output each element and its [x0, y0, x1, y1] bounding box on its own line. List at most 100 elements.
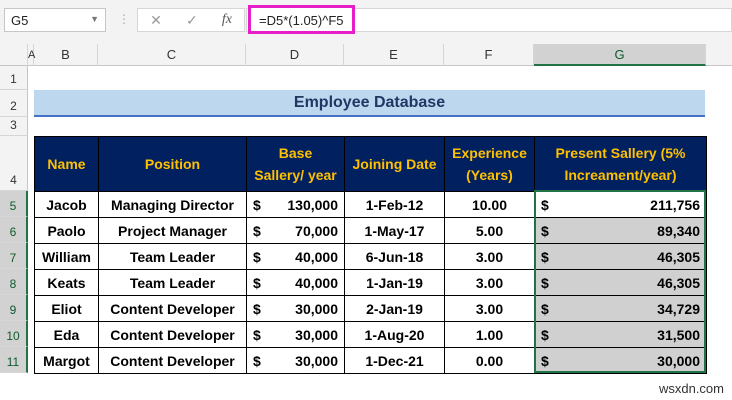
currency-symbol: $: [541, 274, 549, 291]
column-header-g[interactable]: G: [534, 44, 706, 66]
insert-function-icon[interactable]: fx: [222, 12, 232, 28]
cell-text: 211,756: [650, 196, 700, 213]
name-cell[interactable]: Eda: [34, 321, 99, 348]
name-cell[interactable]: Margot: [34, 347, 99, 374]
cell-text: 1-Jan-19: [366, 274, 423, 291]
name-cell[interactable]: Keats: [34, 269, 99, 296]
cell-text: Content Developer: [110, 300, 235, 317]
cell-text: 31,500: [657, 326, 700, 343]
formula-text[interactable]: =D5*(1.05)^F5: [248, 5, 355, 34]
cell-text: Paolo: [47, 222, 86, 239]
name-cell[interactable]: Paolo: [34, 217, 99, 244]
cell-text: Jacob: [46, 196, 87, 213]
cell-text: 34,729: [657, 300, 700, 317]
name-box[interactable]: G5 ▼: [4, 8, 106, 32]
currency-symbol: $: [253, 352, 261, 369]
column-headers: A B C D E F G: [0, 44, 732, 66]
cell-text: 130,000: [287, 196, 338, 213]
position-cell[interactable]: Team Leader: [98, 243, 247, 270]
experience-cell[interactable]: 3.00: [444, 243, 535, 270]
header-present-salary[interactable]: Present Sallery (5% Increament/year): [534, 136, 707, 192]
row-header-3[interactable]: 3: [0, 117, 28, 136]
row-header-9[interactable]: 9: [0, 295, 28, 321]
base-salary-cell[interactable]: $40,000: [246, 269, 345, 296]
experience-cell[interactable]: 0.00: [444, 347, 535, 374]
cell-text: 70,000: [295, 222, 338, 239]
present-salary-cell[interactable]: $46,305: [534, 243, 707, 270]
row-header-2[interactable]: 2: [0, 90, 28, 117]
joining-date-cell[interactable]: 1-Jan-19: [344, 269, 445, 296]
position-cell[interactable]: Managing Director: [98, 191, 247, 218]
cell-text: Margot: [43, 352, 90, 369]
position-cell[interactable]: Content Developer: [98, 295, 247, 322]
row-header-5[interactable]: 5: [0, 191, 28, 217]
experience-cell[interactable]: 5.00: [444, 217, 535, 244]
position-cell[interactable]: Team Leader: [98, 269, 247, 296]
joining-date-cell[interactable]: 6-Jun-18: [344, 243, 445, 270]
experience-cell[interactable]: 1.00: [444, 321, 535, 348]
header-position[interactable]: Position: [98, 136, 247, 192]
row-header-8[interactable]: 8: [0, 269, 28, 295]
enter-icon[interactable]: ✓: [186, 12, 198, 29]
watermark: wsxdn.com: [658, 381, 724, 396]
formula-bar: G5 ▼ ⋮ ✕ ✓ fx =D5*(1.05)^F5: [0, 0, 732, 44]
present-salary-cell[interactable]: $30,000: [534, 347, 707, 374]
joining-date-cell[interactable]: 1-Feb-12: [344, 191, 445, 218]
present-salary-cell[interactable]: $211,756: [534, 191, 707, 218]
header-name[interactable]: Name: [34, 136, 99, 192]
experience-cell[interactable]: 3.00: [444, 269, 535, 296]
present-salary-cell[interactable]: $31,500: [534, 321, 707, 348]
name-cell[interactable]: Eliot: [34, 295, 99, 322]
joining-date-cell[interactable]: 1-Dec-21: [344, 347, 445, 374]
currency-symbol: $: [253, 300, 261, 317]
column-header-c[interactable]: C: [98, 44, 246, 66]
base-salary-cell[interactable]: $70,000: [246, 217, 345, 244]
joining-date-cell[interactable]: 1-May-17: [344, 217, 445, 244]
cell-text: 6-Jun-18: [365, 248, 424, 265]
row-header-10[interactable]: 10: [0, 321, 28, 347]
cell-text: Eda: [53, 326, 80, 343]
base-salary-cell[interactable]: $30,000: [246, 347, 345, 374]
cell-text: 3.00: [475, 248, 504, 265]
base-salary-cell[interactable]: $40,000: [246, 243, 345, 270]
header-experience[interactable]: Experience (Years): [444, 136, 535, 192]
column-header-f[interactable]: F: [444, 44, 534, 66]
experience-cell[interactable]: 10.00: [444, 191, 535, 218]
position-cell[interactable]: Content Developer: [98, 347, 247, 374]
row-header-7[interactable]: 7: [0, 243, 28, 269]
select-all[interactable]: [0, 44, 28, 66]
cell-text: Eliot: [51, 300, 82, 317]
row-header-1[interactable]: 1: [0, 66, 28, 90]
column-header-d[interactable]: D: [246, 44, 344, 66]
cancel-icon[interactable]: ✕: [150, 12, 162, 29]
employee-table: Name Position Base Sallery/ year Joining…: [34, 136, 707, 374]
position-cell[interactable]: Content Developer: [98, 321, 247, 348]
cell-text: 1-Feb-12: [365, 196, 424, 213]
currency-symbol: $: [541, 300, 549, 317]
row-header-6[interactable]: 6: [0, 217, 28, 243]
name-cell[interactable]: Jacob: [34, 191, 99, 218]
cell-text: William: [42, 248, 91, 265]
row-header-4[interactable]: 4: [0, 136, 28, 191]
joining-date-cell[interactable]: 2-Jan-19: [344, 295, 445, 322]
position-cell[interactable]: Project Manager: [98, 217, 247, 244]
base-salary-cell[interactable]: $130,000: [246, 191, 345, 218]
joining-date-cell[interactable]: 1-Aug-20: [344, 321, 445, 348]
chevron-down-icon[interactable]: ▼: [90, 14, 99, 24]
header-joining-date[interactable]: Joining Date: [344, 136, 445, 192]
currency-symbol: $: [541, 326, 549, 343]
cell-text: Content Developer: [110, 352, 235, 369]
experience-cell[interactable]: 3.00: [444, 295, 535, 322]
cell-text: 46,305: [657, 274, 700, 291]
base-salary-cell[interactable]: $30,000: [246, 295, 345, 322]
currency-symbol: $: [541, 222, 549, 239]
name-cell[interactable]: William: [34, 243, 99, 270]
header-base-salary[interactable]: Base Sallery/ year: [246, 136, 345, 192]
base-salary-cell[interactable]: $30,000: [246, 321, 345, 348]
present-salary-cell[interactable]: $89,340: [534, 217, 707, 244]
present-salary-cell[interactable]: $46,305: [534, 269, 707, 296]
column-header-b[interactable]: B: [34, 44, 98, 66]
column-header-e[interactable]: E: [344, 44, 444, 66]
present-salary-cell[interactable]: $34,729: [534, 295, 707, 322]
row-header-11[interactable]: 11: [0, 347, 28, 373]
